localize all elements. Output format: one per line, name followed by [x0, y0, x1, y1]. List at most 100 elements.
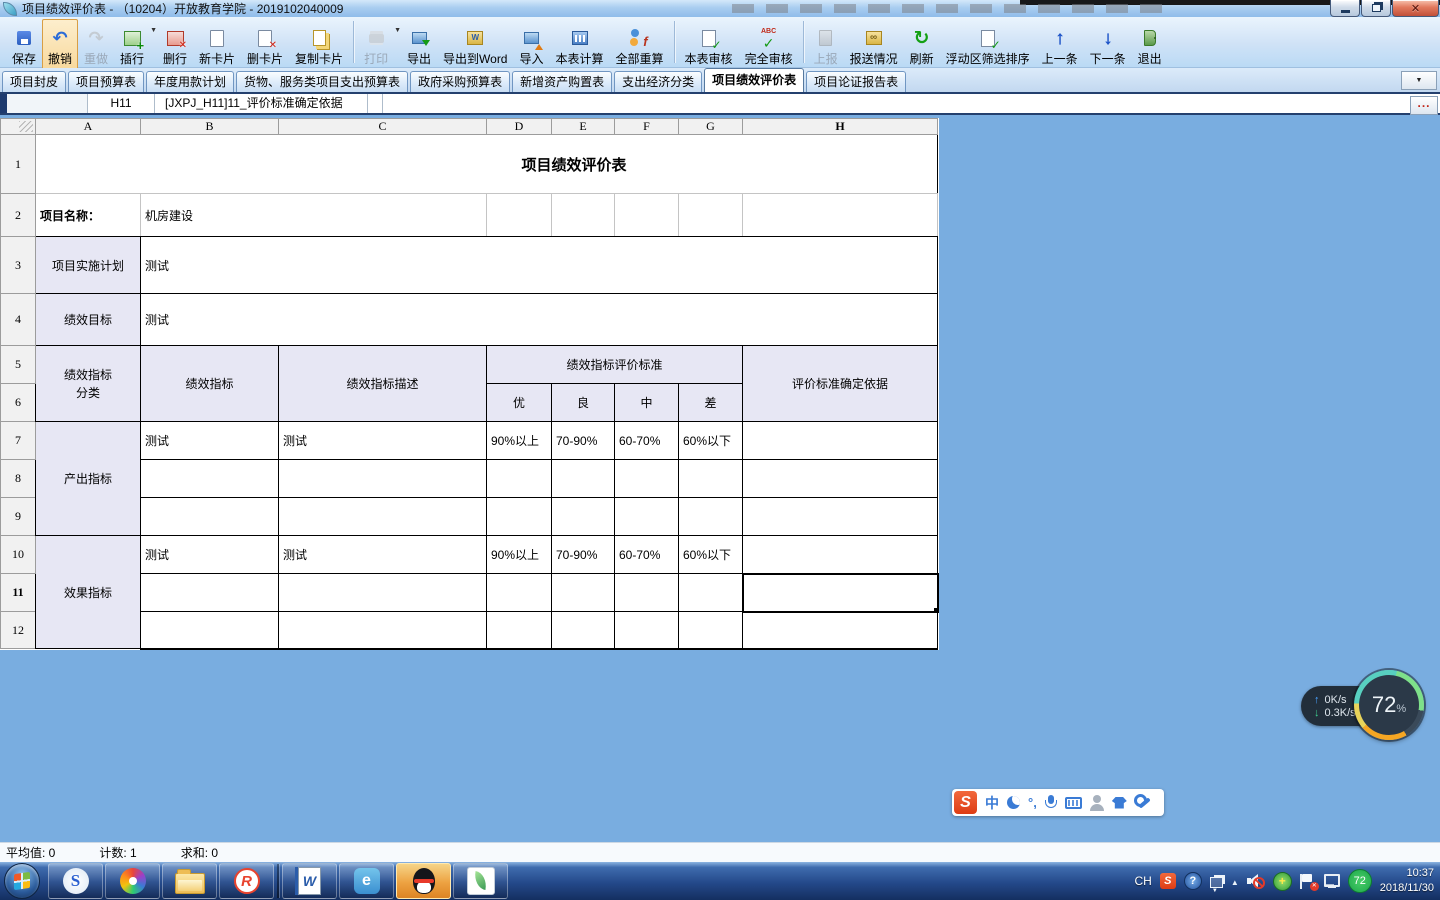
cell-h11-selected[interactable]	[743, 574, 938, 612]
row-header-10[interactable]: 10	[1, 536, 36, 574]
cell-h8[interactable]	[743, 460, 938, 498]
cell-d12[interactable]	[487, 612, 552, 649]
language-indicator[interactable]: CH	[1134, 874, 1151, 888]
cell-h7[interactable]	[743, 422, 938, 460]
microphone-icon[interactable]	[1045, 795, 1057, 811]
tab-project-budget[interactable]: 项目预算表	[68, 71, 144, 92]
toolbar-button-exit[interactable]: 退出	[1132, 19, 1168, 70]
cell-g10[interactable]: 60%以下	[679, 536, 743, 574]
column-header-f[interactable]: F	[615, 119, 679, 135]
cell-group-output[interactable]: 产出指标	[36, 422, 141, 536]
cell-b9[interactable]	[141, 498, 279, 536]
row-header-1[interactable]: 1	[1, 135, 36, 194]
ime-settings-icon[interactable]	[1135, 795, 1150, 810]
cell-f12[interactable]	[615, 612, 679, 649]
cell-c7[interactable]: 测试	[279, 422, 487, 460]
soft-keyboard-icon[interactable]	[1065, 797, 1082, 809]
sogou-ime-tray-icon[interactable]	[1160, 873, 1176, 889]
taskbar-word[interactable]	[282, 863, 337, 899]
toolbar-button-save[interactable]: 保存	[6, 19, 42, 70]
cell-d7[interactable]: 90%以上	[487, 422, 552, 460]
restore-button[interactable]	[1361, 0, 1391, 17]
cell-e11[interactable]	[552, 574, 615, 612]
column-header-b[interactable]: B	[141, 119, 279, 135]
fill-handle[interactable]	[933, 607, 938, 612]
taskbar-messenger[interactable]	[339, 863, 394, 899]
column-header-c[interactable]: C	[279, 119, 487, 135]
insert-row-dropdown-icon[interactable]: ▼	[150, 27, 157, 34]
toolbar-button-export-word[interactable]: 导出到Word	[437, 19, 513, 70]
cell-impl-plan-value[interactable]: 测试	[141, 237, 938, 294]
toolbar-button-redo[interactable]: 重做	[78, 19, 114, 70]
toolbar-button-report-status[interactable]: 报送情况	[844, 19, 904, 70]
row-header-4[interactable]: 4	[1, 294, 36, 346]
network-icon[interactable]	[1324, 874, 1340, 888]
taskbar-sogou-browser[interactable]	[48, 863, 103, 899]
toolbar-button-calc-table[interactable]: 本表计算	[550, 19, 610, 70]
cell-g12[interactable]	[679, 612, 743, 649]
cell-f8[interactable]	[615, 460, 679, 498]
cell-f2[interactable]	[615, 194, 679, 237]
cell-hdr-standard[interactable]: 绩效指标评价标准	[487, 346, 743, 384]
tab-gov-procurement[interactable]: 政府采购预算表	[410, 71, 510, 92]
row-header-8[interactable]: 8	[1, 460, 36, 498]
cell-g11[interactable]	[679, 574, 743, 612]
cell-hdr-classification[interactable]: 绩效指标 分类	[36, 346, 141, 422]
minimize-button[interactable]	[1330, 0, 1360, 17]
chinese-mode-toggle[interactable]: 中	[985, 793, 999, 813]
cell-c10[interactable]: 测试	[279, 536, 487, 574]
toolbar-button-report[interactable]: 上报	[808, 19, 844, 70]
cell-g7[interactable]: 60%以下	[679, 422, 743, 460]
taskbar-notes-app[interactable]	[453, 863, 508, 899]
toolbar-button-audit-table[interactable]: 本表审核	[679, 19, 739, 70]
column-header-e[interactable]: E	[552, 119, 615, 135]
toolbar-button-copy-card[interactable]: 复制卡片	[289, 19, 349, 70]
column-header-d[interactable]: D	[487, 119, 552, 135]
punctuation-icon[interactable]: °,	[1028, 795, 1037, 810]
cell-e8[interactable]	[552, 460, 615, 498]
toolbar-button-import[interactable]: 导入	[514, 19, 550, 70]
close-button[interactable]	[1392, 0, 1439, 17]
cell-hdr-poor[interactable]: 差	[679, 384, 743, 422]
cell-impl-plan-label[interactable]: 项目实施计划	[36, 237, 141, 294]
cell-h12[interactable]	[743, 612, 938, 649]
print-dropdown-icon[interactable]: ▼	[394, 27, 401, 34]
cell-g2[interactable]	[679, 194, 743, 237]
toolbar-button-filter-sort[interactable]: 浮动区筛选排序	[940, 19, 1036, 70]
cell-hdr-description[interactable]: 绩效指标描述	[279, 346, 487, 422]
toolbar-button-next-record[interactable]: 下一条	[1084, 19, 1132, 70]
cell-b12[interactable]	[141, 612, 279, 649]
tab-project-report[interactable]: 项目论证报告表	[806, 71, 906, 92]
formula-bar-more-button[interactable]: ...	[1410, 96, 1438, 115]
taskbar-browser[interactable]	[105, 863, 160, 899]
cell-e2[interactable]	[552, 194, 615, 237]
toolbar-button-export[interactable]: 导出	[401, 19, 437, 70]
cell-c12[interactable]	[279, 612, 487, 649]
action-center-flag-icon[interactable]	[1300, 874, 1316, 889]
cell-hdr-good[interactable]: 良	[552, 384, 615, 422]
column-header-h[interactable]: H	[743, 119, 938, 135]
cell-f10[interactable]: 60-70%	[615, 536, 679, 574]
tab-annual-plan[interactable]: 年度用款计划	[146, 71, 234, 92]
toolbar-button-prev-record[interactable]: 上一条	[1036, 19, 1084, 70]
tab-new-assets[interactable]: 新增资产购置表	[512, 71, 612, 92]
cell-perf-goal-value[interactable]: 测试	[141, 294, 938, 346]
cell-project-name-label[interactable]: 项目名称：	[36, 194, 141, 237]
cell-g8[interactable]	[679, 460, 743, 498]
toolbar-button-delete-row[interactable]: 删行	[157, 19, 193, 70]
select-all-corner[interactable]	[1, 119, 36, 135]
floating-windows-tray-icon[interactable]	[1210, 877, 1223, 888]
taskbar-budget-app[interactable]	[219, 863, 274, 899]
cell-b10[interactable]: 测试	[141, 536, 279, 574]
ime-skin-icon[interactable]	[1112, 797, 1127, 809]
cell-d9[interactable]	[487, 498, 552, 536]
cell-d2[interactable]	[487, 194, 552, 237]
row-header-12[interactable]: 12	[1, 612, 36, 649]
clock[interactable]: 10:37 2018/11/30	[1380, 866, 1434, 896]
fullwidth-moon-icon[interactable]	[1007, 796, 1020, 809]
cell-e7[interactable]: 70-90%	[552, 422, 615, 460]
cell-e9[interactable]	[552, 498, 615, 536]
battery-percent-icon[interactable]: 72	[1348, 869, 1372, 893]
ime-account-icon[interactable]	[1090, 795, 1104, 811]
cell-h2[interactable]	[743, 194, 938, 237]
